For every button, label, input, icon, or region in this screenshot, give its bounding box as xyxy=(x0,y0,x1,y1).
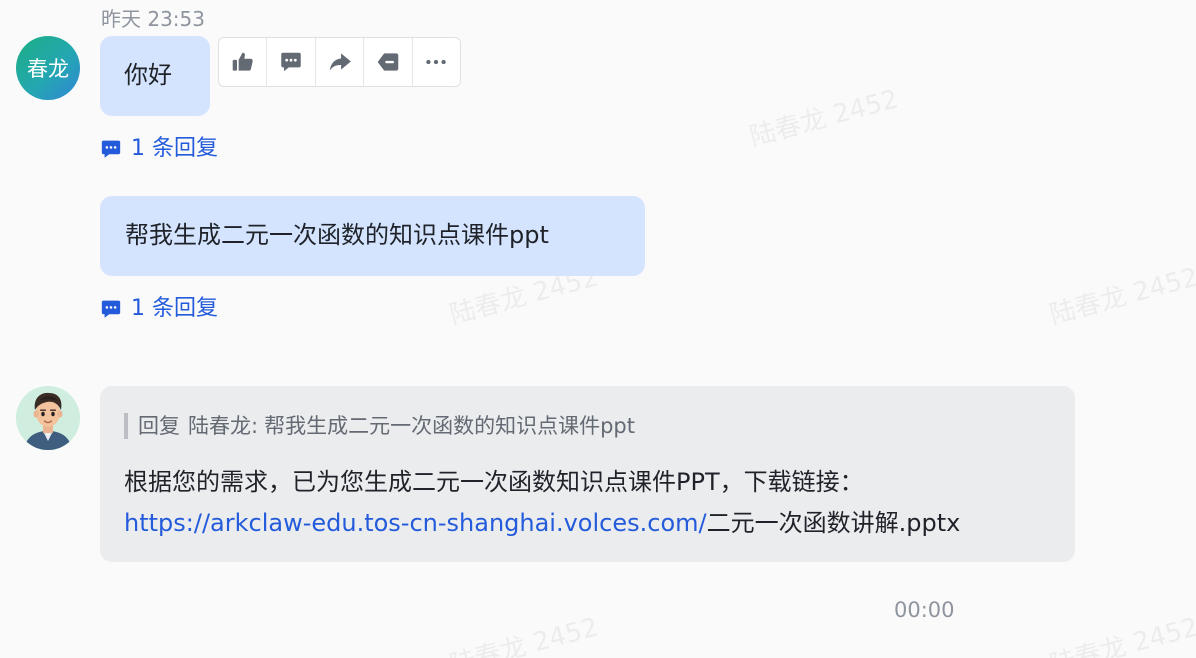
forward-button[interactable] xyxy=(316,38,365,86)
quoted-message[interactable]: 回复 陆春龙: 帮我生成二元一次函数的知识点课件ppt xyxy=(124,412,635,440)
quote-label: 回复 xyxy=(138,414,180,438)
download-filename: 二元一次函数讲解.pptx xyxy=(706,509,961,537)
thread-reply-link[interactable]: 1 条回复 xyxy=(100,294,218,324)
download-link[interactable]: https://arkclaw-edu.tos-cn-shanghai.volc… xyxy=(124,509,707,537)
reply-button[interactable] xyxy=(267,38,316,86)
thread-comment-icon xyxy=(100,298,122,320)
bot-reply-card[interactable]: 回复 陆春龙: 帮我生成二元一次函数的知识点课件ppt 根据您的需求，已为您生成… xyxy=(100,386,1075,562)
like-button[interactable] xyxy=(219,38,268,86)
message-text: 你好 xyxy=(124,61,172,89)
quote-bar xyxy=(124,413,128,439)
watermark: 陆春龙 2452 xyxy=(446,612,602,658)
thread-reply-link[interactable]: 1 条回复 xyxy=(100,134,218,164)
forward-icon xyxy=(327,49,353,75)
user-avatar[interactable]: 春龙 xyxy=(16,36,80,100)
comment-icon xyxy=(278,49,304,75)
quote-author: 陆春龙: xyxy=(188,414,259,438)
message-bubble[interactable]: 你好 xyxy=(100,36,210,116)
more-button[interactable] xyxy=(413,38,460,86)
bot-avatar-image xyxy=(16,386,80,450)
message-text: 帮我生成二元一次函数的知识点课件ppt xyxy=(125,221,549,249)
watermark: 陆春龙 2452 xyxy=(1046,262,1196,331)
avatar-initials: 春龙 xyxy=(27,57,69,81)
message-timestamp: 昨天 23:53 xyxy=(101,7,205,31)
reply-count-label: 1 条回复 xyxy=(131,136,218,161)
watermark: 陆春龙 2452 xyxy=(1046,612,1196,658)
reply-link-line: https://arkclaw-edu.tos-cn-shanghai.volc… xyxy=(124,506,960,540)
more-icon xyxy=(423,49,449,75)
message-time: 00:00 xyxy=(894,598,955,622)
thumbs-up-icon xyxy=(230,49,256,75)
quote-text: 帮我生成二元一次函数的知识点课件ppt xyxy=(264,414,635,438)
thread-comment-icon xyxy=(100,138,122,160)
bot-avatar[interactable] xyxy=(16,386,80,450)
recall-button[interactable] xyxy=(364,38,413,86)
delete-icon xyxy=(375,49,401,75)
reply-count-label: 1 条回复 xyxy=(131,296,218,321)
message-action-toolbar xyxy=(218,37,461,87)
message-bubble[interactable]: 帮我生成二元一次函数的知识点课件ppt xyxy=(100,196,645,276)
watermark: 陆春龙 2452 xyxy=(746,84,902,153)
reply-body-text: 根据您的需求，已为您生成二元一次函数知识点课件PPT，下载链接： xyxy=(124,468,864,496)
